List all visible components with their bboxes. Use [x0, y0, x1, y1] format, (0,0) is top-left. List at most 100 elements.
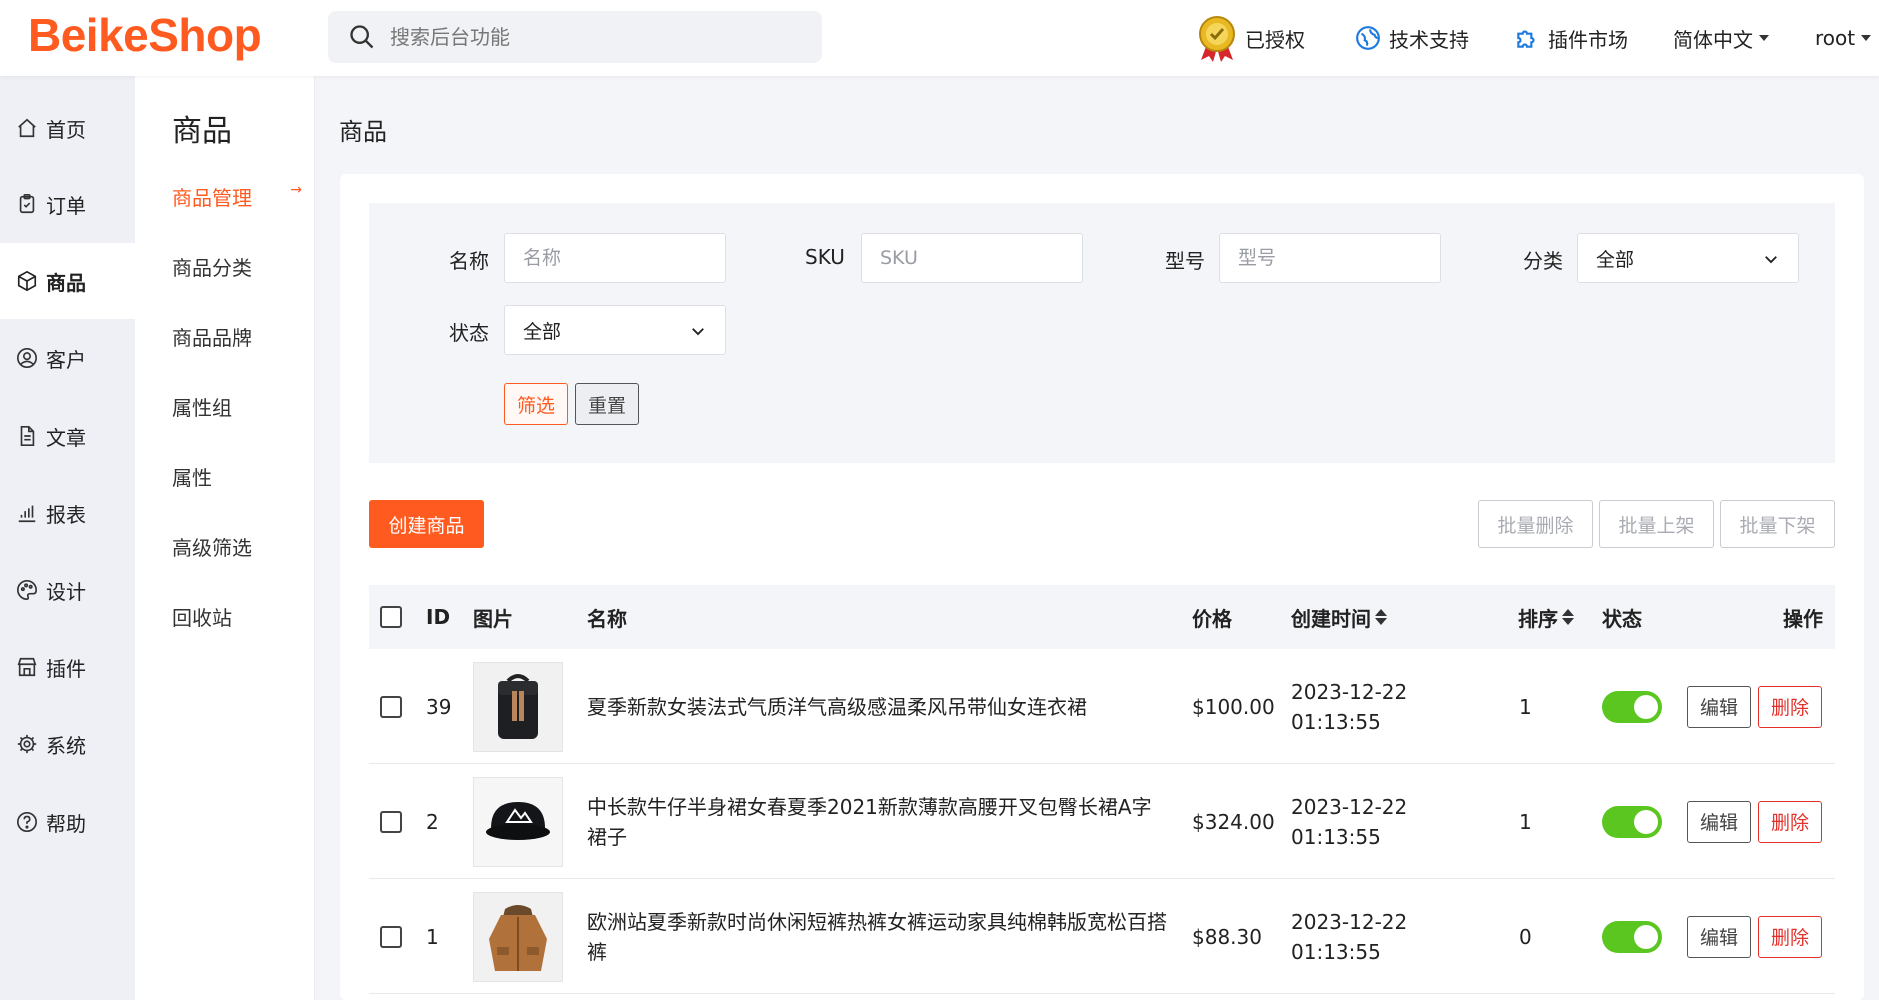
user-label: root — [1815, 26, 1856, 50]
table-row: 39 夏季新款女装法式气质洋气高级感温柔风吊带仙女连衣裙 $100.00 202… — [369, 649, 1835, 764]
user-circle-icon — [17, 348, 37, 368]
delete-button[interactable]: 删除 — [1758, 800, 1822, 843]
row-product-name[interactable]: 夏季新款女装法式气质洋气高级感温柔风吊带仙女连衣裙 — [587, 649, 1167, 764]
col-image: 图片 — [473, 606, 513, 631]
row-id: 2 — [426, 809, 439, 834]
subnav-item-categories[interactable]: 商品分类 — [172, 252, 302, 281]
batch-unpublish-button[interactable]: 批量下架 — [1720, 500, 1835, 548]
select-all-checkbox[interactable] — [380, 606, 402, 628]
model-filter-input[interactable] — [1219, 233, 1441, 283]
batch-delete-button[interactable]: 批量删除 — [1478, 500, 1593, 548]
row-created-time: 01:13:55 — [1291, 709, 1381, 734]
status-filter-select[interactable]: 全部 — [504, 305, 726, 355]
subnav-item-brands[interactable]: 商品品牌 — [172, 322, 302, 351]
authorized-status[interactable]: 已授权 — [1197, 0, 1305, 76]
sidebar-item-home[interactable]: 首页 — [0, 90, 135, 166]
product-subnav: 商品 商品管理 → 商品分类 商品品牌 属性组 属性 高级筛选 回收站 — [135, 76, 315, 1000]
sidebar-item-system[interactable]: 系统 — [0, 706, 135, 782]
col-status: 状态 — [1602, 606, 1642, 631]
subnav-item-product-management[interactable]: 商品管理 → — [172, 182, 302, 211]
language-label: 简体中文 — [1673, 27, 1753, 52]
batch-publish-button[interactable]: 批量上架 — [1599, 500, 1714, 548]
col-sort-sort[interactable]: 排序 — [1518, 585, 1574, 649]
sidebar-item-label: 帮助 — [46, 811, 86, 836]
tech-support-label: 技术支持 — [1389, 27, 1469, 52]
top-header: BeikeShop 已授权 技术支持 插件市场 简体中文 root — [0, 0, 1879, 76]
delete-button[interactable]: 删除 — [1758, 685, 1822, 728]
row-created-time: 01:13:55 — [1291, 824, 1381, 849]
brand-logo[interactable]: BeikeShop — [28, 8, 262, 62]
sidebar-item-reports[interactable]: 报表 — [0, 475, 135, 551]
reset-button[interactable]: 重置 — [575, 383, 639, 425]
language-dropdown[interactable]: 简体中文 — [1673, 0, 1769, 76]
document-icon — [20, 426, 35, 446]
sidebar-item-products[interactable]: 商品 — [0, 243, 135, 319]
row-price: $100.00 — [1192, 694, 1275, 719]
sku-filter-input[interactable] — [861, 233, 1083, 283]
row-checkbox[interactable] — [380, 810, 402, 833]
subnav-item-attribute-groups[interactable]: 属性组 — [172, 392, 302, 421]
col-created-sort[interactable]: 创建时间 — [1291, 585, 1387, 649]
sidebar-item-label: 插件 — [46, 656, 86, 681]
clipboard-icon — [19, 194, 35, 214]
status-toggle[interactable] — [1602, 690, 1662, 723]
row-created-date: 2023-12-22 — [1291, 679, 1408, 704]
row-product-name[interactable]: 中长款牛仔半身裙女春夏季2021新款薄款高腰开叉包臀长裙A字裙子 — [587, 764, 1167, 879]
col-operations: 操作 — [1783, 606, 1823, 631]
product-image-cap[interactable] — [473, 776, 563, 867]
sidebar-item-help[interactable]: 帮助 — [0, 784, 135, 860]
edit-button[interactable]: 编辑 — [1687, 685, 1751, 728]
subnav-item-recycle-bin[interactable]: 回收站 — [172, 602, 302, 631]
category-filter-select[interactable]: 全部 — [1577, 233, 1799, 283]
col-sort-label: 排序 — [1518, 606, 1558, 631]
subnav-title: 商品 — [172, 114, 232, 149]
sidebar-item-label: 设计 — [46, 579, 86, 604]
main-sidebar: 首页 订单 商品 客户 文章 报表 设计 插件 系统 帮助 — [0, 76, 135, 1000]
status-toggle[interactable] — [1602, 805, 1662, 838]
row-checkbox[interactable] — [380, 925, 402, 948]
col-created-label: 创建时间 — [1291, 606, 1371, 631]
sidebar-item-articles[interactable]: 文章 — [0, 398, 135, 474]
sidebar-item-design[interactable]: 设计 — [0, 552, 135, 628]
medal-icon — [1199, 16, 1235, 62]
filter-button[interactable]: 筛选 — [504, 383, 568, 425]
subnav-item-attributes[interactable]: 属性 — [172, 462, 302, 491]
edit-button[interactable]: 编辑 — [1687, 800, 1751, 843]
subnav-item-advanced-filter[interactable]: 高级筛选 — [172, 532, 302, 561]
sidebar-item-plugins[interactable]: 插件 — [0, 629, 135, 705]
sidebar-item-label: 报表 — [46, 502, 86, 527]
page-title: 商品 — [339, 118, 387, 146]
status-toggle[interactable] — [1602, 920, 1662, 953]
filter-panel: 名称 SKU 型号 分类 全部 状态 全部 筛选 重置 — [369, 203, 1835, 463]
subnav-item-label: 商品管理 — [172, 186, 252, 210]
status-filter-label: 状态 — [449, 321, 489, 345]
model-filter-label: 型号 — [1165, 249, 1205, 273]
row-id: 39 — [426, 694, 452, 719]
arrow-right-icon: → — [290, 182, 302, 198]
sidebar-item-customers[interactable]: 客户 — [0, 320, 135, 396]
category-filter-label: 分类 — [1523, 249, 1563, 273]
name-filter-input[interactable] — [504, 233, 726, 283]
caret-down-icon — [1759, 35, 1769, 41]
sidebar-item-orders[interactable]: 订单 — [0, 166, 135, 242]
tech-support-link[interactable]: 技术支持 — [1355, 0, 1469, 76]
puzzle-icon — [1517, 30, 1535, 48]
table-row: 2 中长款牛仔半身裙女春夏季2021新款薄款高腰开叉包臀长裙A字裙子 $324.… — [369, 764, 1835, 879]
authorized-label: 已授权 — [1245, 27, 1305, 52]
plugin-market-link[interactable]: 插件市场 — [1514, 0, 1628, 76]
sidebar-item-label: 客户 — [46, 347, 86, 372]
edit-button[interactable]: 编辑 — [1687, 915, 1751, 958]
row-checkbox[interactable] — [380, 695, 402, 718]
table-row: 1 欧洲站夏季新款时尚休闲短裤热裤女裤运动家具纯棉韩版宽松百搭裤 $88.30 … — [369, 879, 1835, 994]
user-dropdown[interactable]: root — [1815, 0, 1872, 76]
product-list-card: 名称 SKU 型号 分类 全部 状态 全部 筛选 重置 创建商品 批量删除 批量… — [340, 174, 1864, 1000]
question-icon — [17, 812, 37, 832]
delete-button[interactable]: 删除 — [1758, 915, 1822, 958]
product-image-backpack[interactable] — [473, 661, 563, 752]
search-input[interactable] — [390, 25, 790, 49]
row-product-name[interactable]: 欧洲站夏季新款时尚休闲短裤热裤女裤运动家具纯棉韩版宽松百搭裤 — [587, 879, 1167, 994]
create-product-button[interactable]: 创建商品 — [369, 500, 484, 548]
search-box[interactable] — [328, 11, 822, 63]
product-image-jacket[interactable] — [473, 891, 563, 982]
sort-icon — [1562, 609, 1574, 625]
